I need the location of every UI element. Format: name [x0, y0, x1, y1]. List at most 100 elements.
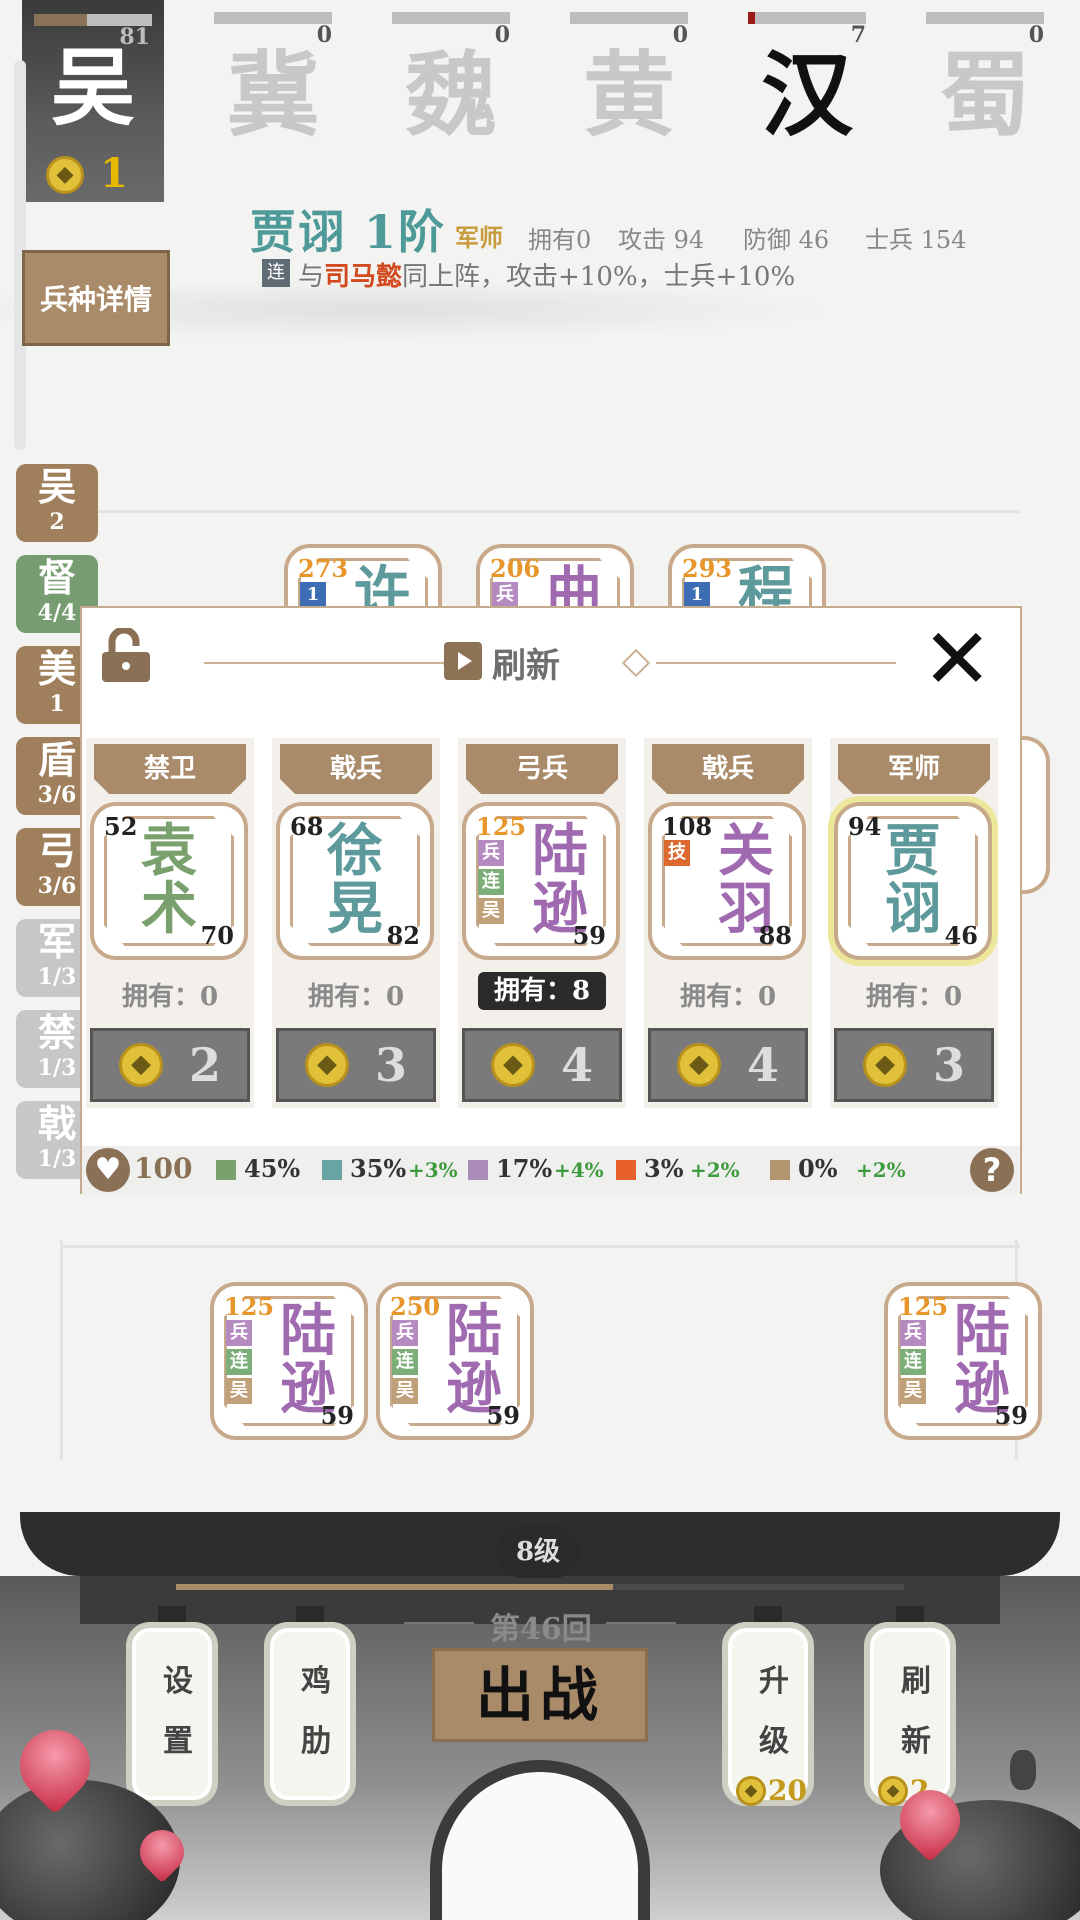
- bench-card[interactable]: 125 兵连吴陆逊 59: [210, 1282, 368, 1440]
- card-tag: 吴: [478, 898, 504, 924]
- card-tag: 兵: [900, 1320, 926, 1346]
- board-grid-line: [60, 510, 1020, 513]
- general-attack: 攻击 94: [618, 226, 705, 254]
- tier-odds: 0%: [798, 1154, 838, 1183]
- card-tag: 兵: [478, 840, 504, 866]
- card-stat-bottom: 82: [386, 921, 420, 950]
- card-tag: 吴: [226, 1378, 252, 1404]
- shop-role-label: 戟兵: [280, 744, 432, 794]
- tier-odds-bonus: +3%: [408, 1158, 458, 1182]
- tier-odds: 3%: [644, 1154, 684, 1183]
- shop-slot[interactable]: 戟兵 68 徐晃 82 拥有：0 3: [272, 738, 440, 1108]
- synergy-tag: 连: [262, 259, 290, 287]
- general-owned: 拥有0: [528, 226, 592, 254]
- coin-icon: [304, 1043, 349, 1087]
- synergy-side-tag[interactable]: 吴2: [16, 464, 98, 542]
- tier-odds: 45%: [244, 1154, 301, 1183]
- synergy-partner: 司马懿: [324, 262, 403, 292]
- general-name: 贾诩 1阶: [250, 205, 447, 259]
- bench-card[interactable]: 250 兵连吴陆逊 59: [376, 1282, 534, 1440]
- card-stat-bottom: 70: [200, 921, 234, 950]
- tier-color-swatch: [770, 1160, 790, 1180]
- gold-coin-icon: [46, 156, 84, 194]
- tier-color-swatch: [322, 1160, 342, 1180]
- chicken-rib-button[interactable]: 鸡肋: [264, 1606, 356, 1806]
- buy-button[interactable]: 4: [462, 1028, 622, 1102]
- card-tags: 兵连吴: [392, 1320, 418, 1407]
- shop-slot[interactable]: 弓兵 125 兵连吴陆逊 59 拥有：8 4: [458, 738, 626, 1108]
- troop-detail-button[interactable]: 兵种详情: [22, 250, 170, 346]
- buy-button[interactable]: 4: [648, 1028, 808, 1102]
- kingdom-character: 蜀: [938, 41, 1031, 149]
- card-tags: 技: [664, 840, 690, 869]
- buy-cost: 3: [374, 1038, 407, 1092]
- card-tag: 吴: [392, 1378, 418, 1404]
- card-stat-top: 125: [476, 812, 527, 841]
- xp-progress-bar: [176, 1584, 904, 1590]
- shop-general-card[interactable]: 108 技关羽 88: [648, 802, 806, 960]
- shop-general-card[interactable]: 125 兵连吴陆逊 59: [462, 802, 620, 960]
- kingdom-progress-bar: [392, 12, 510, 24]
- buy-cost: 4: [560, 1038, 593, 1092]
- card-stat-top: 68: [290, 812, 324, 841]
- card-stat-top: 108: [662, 812, 713, 841]
- settings-button[interactable]: 设置: [126, 1606, 218, 1806]
- owned-count: 拥有：0: [307, 982, 405, 1012]
- shop-refresh-button[interactable]: 刷新: [492, 638, 560, 687]
- shop-general-card[interactable]: 52 袁术 70: [90, 802, 248, 960]
- shop-slot[interactable]: 军师 94 贾诩 46 拥有：0 3: [830, 738, 998, 1108]
- card-stat-top: 52: [104, 812, 138, 841]
- coin-icon: [862, 1043, 907, 1087]
- kingdom-1[interactable]: 0冀: [214, 0, 332, 150]
- shop-slot[interactable]: 禁卫 52 袁术 70 拥有：0 2: [86, 738, 254, 1108]
- buy-button[interactable]: 3: [834, 1028, 994, 1102]
- kingdom-5[interactable]: 0蜀: [926, 0, 1044, 150]
- lotus-pod-decoration: [1010, 1750, 1036, 1790]
- refresh-button[interactable]: 刷新 2: [864, 1606, 956, 1807]
- kingdom-3[interactable]: 0黄: [570, 0, 688, 150]
- shop-role-label: 军师: [838, 744, 990, 794]
- current-kingdom-panel[interactable]: 81 吴 1: [22, 0, 164, 202]
- fight-button[interactable]: 出战: [432, 1648, 648, 1742]
- upgrade-button[interactable]: 升级 20: [722, 1606, 814, 1807]
- card-stat-top: 94: [848, 812, 882, 841]
- card-tag: 技: [664, 840, 690, 866]
- kingdom-character: 汉: [760, 41, 853, 149]
- lock-icon[interactable]: [100, 626, 152, 684]
- tier-color-swatch: [216, 1160, 236, 1180]
- shop-general-card[interactable]: 94 贾诩 46: [834, 802, 992, 960]
- board-grid-line: [60, 1240, 63, 1460]
- tier-color-swatch: [616, 1160, 636, 1180]
- player-hp: 100: [134, 1152, 193, 1185]
- shop-general-card[interactable]: 68 徐晃 82: [276, 802, 434, 960]
- card-tag: 连: [226, 1349, 252, 1375]
- shop-slot[interactable]: 戟兵 108 技关羽 88 拥有：0 4: [644, 738, 812, 1108]
- help-icon[interactable]: ?: [970, 1148, 1014, 1192]
- tier-odds-bonus: +2%: [856, 1158, 906, 1182]
- level-badge: 8级: [496, 1526, 580, 1578]
- buy-cost: 4: [746, 1038, 779, 1092]
- card-stat-bottom: 88: [758, 921, 792, 950]
- gold-amount: 1: [100, 150, 128, 197]
- board-grid-line: [60, 1245, 1020, 1248]
- shop-role-label: 戟兵: [652, 744, 804, 794]
- general-soldiers: 士兵 154: [865, 226, 967, 254]
- close-icon[interactable]: ✕: [922, 614, 992, 704]
- card-general-name: 徐晃: [327, 818, 383, 942]
- tier-odds: 35%: [350, 1154, 407, 1183]
- buy-button[interactable]: 2: [90, 1028, 250, 1102]
- kingdom-2[interactable]: 0魏: [392, 0, 510, 150]
- video-ad-icon[interactable]: [444, 642, 482, 680]
- owned-count: 拥有：0: [121, 982, 219, 1012]
- bench-card[interactable]: 125 兵连吴陆逊 59: [884, 1282, 1042, 1440]
- buy-button[interactable]: 3: [276, 1028, 436, 1102]
- card-stat-bottom: 59: [486, 1401, 520, 1430]
- kingdom-progress-bar: [214, 12, 332, 24]
- card-tag: 兵: [492, 582, 518, 608]
- kingdom-4[interactable]: 7汉: [748, 0, 866, 150]
- synergy-description: 与司马懿同上阵，攻击+10%，士兵+10%: [298, 262, 796, 292]
- tier-odds-bonus: +2%: [690, 1158, 740, 1182]
- coin-icon: [118, 1043, 163, 1087]
- shop-odds-bar: 100 45%35%+3%17%+4%3%+2%0%+2% ?: [82, 1146, 1020, 1194]
- round-number: 第46回: [490, 1612, 592, 1647]
